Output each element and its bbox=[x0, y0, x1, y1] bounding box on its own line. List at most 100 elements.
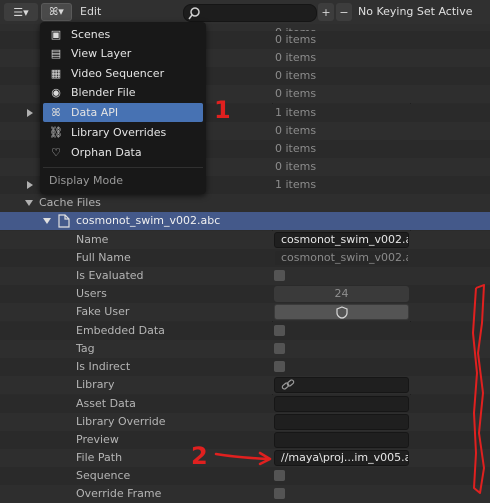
minus-icon: − bbox=[339, 5, 349, 19]
view-layer-icon: ▤ bbox=[50, 47, 62, 60]
users-label: Users bbox=[76, 287, 107, 300]
fake-user-toggle[interactable] bbox=[274, 304, 409, 320]
sequence-checkbox[interactable] bbox=[274, 470, 285, 481]
item-count: 0 items bbox=[275, 142, 317, 155]
remove-keying-set-button[interactable]: − bbox=[336, 3, 352, 21]
annotation-arrow bbox=[214, 451, 272, 466]
cache-file-label: cosmonot_swim_v002.abc bbox=[76, 214, 221, 227]
full-name-field: cosmonot_swim_v002.a... bbox=[274, 250, 409, 266]
data-api-icon: ꕤ▾ bbox=[49, 5, 64, 18]
item-count: 0 items bbox=[275, 124, 317, 137]
annotation-number-two: 2 bbox=[191, 442, 208, 470]
library-label: Library bbox=[76, 378, 115, 391]
tree-row-cache-file[interactable]: cosmonot_swim_v002.abc bbox=[0, 212, 490, 230]
expand-arrow-icon[interactable] bbox=[27, 109, 33, 117]
link-icon bbox=[281, 379, 295, 390]
property-row-library-override[interactable]: Library Override bbox=[0, 413, 490, 431]
property-row-embedded-data[interactable]: Embedded Data bbox=[0, 322, 490, 340]
tree-row-cache-files[interactable]: Cache Files bbox=[0, 194, 490, 212]
menu-item-library-overrides[interactable]: ⛓ Library Overrides bbox=[43, 123, 203, 142]
users-field[interactable]: 24 bbox=[274, 286, 409, 302]
plus-icon: + bbox=[321, 5, 331, 19]
property-row-users[interactable]: Users 24 bbox=[0, 285, 490, 303]
library-overrides-icon: ⛓ bbox=[49, 126, 63, 139]
menu-item-label: Scenes bbox=[71, 28, 111, 41]
data-api-icon: ꕤ bbox=[51, 105, 61, 119]
display-mode-label: Display Mode bbox=[49, 174, 124, 187]
override-frame-checkbox[interactable] bbox=[274, 488, 285, 499]
menu-item-label: Blender File bbox=[71, 86, 136, 99]
editor-type-button[interactable]: ☰▾ bbox=[4, 3, 38, 21]
item-count: 0 items bbox=[275, 69, 317, 82]
item-count: 0 items bbox=[275, 160, 317, 173]
item-count: 0 items bbox=[275, 33, 317, 46]
property-row-fake-user[interactable]: Fake User bbox=[0, 303, 490, 321]
keying-set-label: No Keying Set Active bbox=[358, 5, 473, 18]
item-count: 0 items bbox=[275, 51, 317, 64]
collapse-arrow-icon[interactable] bbox=[25, 200, 33, 206]
cache-files-label: Cache Files bbox=[39, 196, 101, 209]
property-row-sequence[interactable]: Sequence bbox=[0, 467, 490, 485]
menu-item-label: Library Overrides bbox=[71, 126, 167, 139]
scenes-icon: ▣ bbox=[50, 28, 62, 41]
outliner-icon: ☰▾ bbox=[13, 5, 29, 19]
embedded-data-checkbox[interactable] bbox=[274, 325, 285, 336]
preview-label: Preview bbox=[76, 433, 119, 446]
menu-item-orphan-data[interactable]: ♡ Orphan Data bbox=[43, 143, 203, 162]
library-field[interactable] bbox=[274, 377, 409, 393]
annotation-scribble bbox=[472, 284, 485, 494]
file-icon bbox=[58, 214, 70, 228]
menu-item-blender-file[interactable]: ◉ Blender File bbox=[43, 83, 203, 102]
is-indirect-checkbox[interactable] bbox=[274, 361, 285, 372]
file-path-field[interactable]: //maya\proj...im_v005.abc bbox=[274, 450, 409, 466]
search-field[interactable] bbox=[183, 4, 317, 22]
tag-checkbox[interactable] bbox=[274, 343, 285, 354]
item-count: 0 items bbox=[275, 87, 317, 100]
search-icon bbox=[188, 7, 200, 20]
property-row-preview[interactable]: Preview bbox=[0, 431, 490, 449]
video-sequencer-icon: ▦ bbox=[50, 67, 62, 80]
embedded-data-label: Embedded Data bbox=[76, 324, 165, 337]
property-row-override-frame[interactable]: Override Frame bbox=[0, 485, 490, 503]
display-mode-menu: ▣ Scenes ▤ View Layer ▦ Video Sequencer … bbox=[40, 22, 206, 194]
fake-user-label: Fake User bbox=[76, 305, 130, 318]
shield-icon bbox=[335, 306, 348, 319]
property-row-name[interactable]: Name cosmonot_swim_v002.a... bbox=[0, 231, 490, 249]
asset-data-field[interactable] bbox=[274, 396, 409, 412]
full-name-label: Full Name bbox=[76, 251, 131, 264]
menu-item-label: Video Sequencer bbox=[71, 67, 165, 80]
property-row-is-indirect[interactable]: Is Indirect bbox=[0, 358, 490, 376]
property-row-tag[interactable]: Tag bbox=[0, 340, 490, 358]
library-override-field[interactable] bbox=[274, 414, 409, 430]
item-count: 1 items bbox=[275, 178, 317, 191]
annotation-number-one: 1 bbox=[214, 96, 231, 124]
asset-data-label: Asset Data bbox=[76, 397, 136, 410]
menu-item-label: View Layer bbox=[71, 47, 132, 60]
is-evaluated-checkbox[interactable] bbox=[274, 270, 285, 281]
menu-item-view-layer[interactable]: ▤ View Layer bbox=[43, 44, 203, 63]
is-indirect-label: Is Indirect bbox=[76, 360, 131, 373]
blender-file-icon: ◉ bbox=[51, 86, 61, 99]
menu-item-label: Orphan Data bbox=[71, 146, 142, 159]
file-path-label: File Path bbox=[76, 451, 123, 464]
library-override-label: Library Override bbox=[76, 415, 166, 428]
edit-menu[interactable]: Edit bbox=[80, 5, 101, 18]
menu-item-scenes[interactable]: ▣ Scenes bbox=[43, 25, 203, 44]
display-mode-button[interactable]: ꕤ▾ bbox=[41, 3, 72, 21]
collapse-arrow-icon[interactable] bbox=[43, 218, 51, 224]
name-label: Name bbox=[76, 233, 109, 246]
property-row-is-evaluated[interactable]: Is Evaluated bbox=[0, 267, 490, 285]
expand-arrow-icon[interactable] bbox=[27, 181, 33, 189]
preview-field[interactable] bbox=[274, 432, 409, 448]
add-keying-set-button[interactable]: + bbox=[318, 3, 334, 21]
menu-item-video-sequencer[interactable]: ▦ Video Sequencer bbox=[43, 64, 203, 83]
property-row-library[interactable]: Library bbox=[0, 376, 490, 394]
override-frame-label: Override Frame bbox=[76, 487, 162, 500]
property-row-asset-data[interactable]: Asset Data bbox=[0, 395, 490, 413]
property-row-full-name: Full Name cosmonot_swim_v002.a... bbox=[0, 249, 490, 267]
menu-item-label: Data API bbox=[71, 106, 119, 119]
name-field[interactable]: cosmonot_swim_v002.a... bbox=[274, 232, 409, 248]
is-evaluated-label: Is Evaluated bbox=[76, 269, 144, 282]
menu-divider bbox=[43, 167, 203, 168]
menu-item-data-api[interactable]: ꕤ Data API bbox=[43, 103, 203, 122]
